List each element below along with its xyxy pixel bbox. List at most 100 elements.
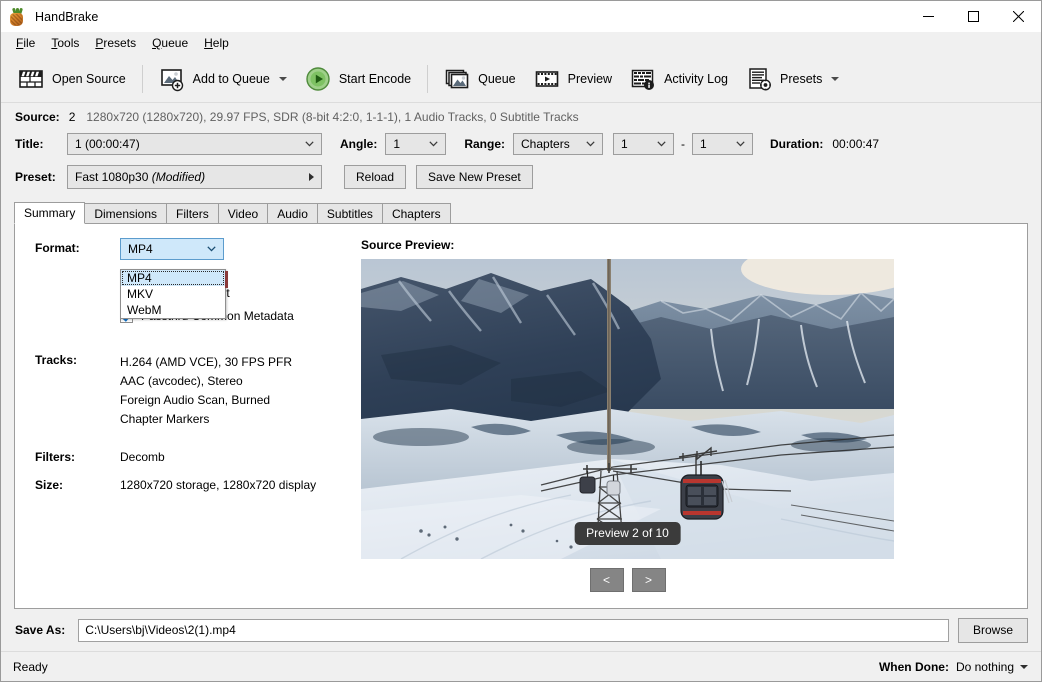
browse-button[interactable]: Browse <box>957 617 1028 643</box>
preview-navigation: < > <box>361 568 894 592</box>
open-source-button[interactable]: Open Source <box>9 60 135 98</box>
track-line: Foreign Audio Scan, Burned <box>120 393 271 407</box>
source-number: 2 <box>68 110 76 124</box>
tracks-values: H.264 (AMD VCE), 30 FPS PFR AAC (avcodec… <box>120 350 292 429</box>
summary-right-column: Source Preview: Preview 2 of 10 < > <box>351 224 1027 608</box>
add-to-queue-icon <box>160 68 183 91</box>
presets-toolbar-label: Presets <box>780 71 823 86</box>
preview-button[interactable]: Preview <box>525 60 621 98</box>
chevron-down-icon <box>301 141 318 147</box>
save-as-label: Save As: <box>15 623 66 637</box>
format-option-mkv[interactable]: MKV <box>121 286 225 302</box>
menu-presets[interactable]: Presets <box>87 33 144 54</box>
save-new-preset-button[interactable]: Save New Preset <box>416 165 533 189</box>
reload-button[interactable]: Reload <box>344 165 407 189</box>
preset-dropdown[interactable]: Fast 1080p30 (Modified) <box>67 165 322 189</box>
filters-label: Filters: <box>35 450 76 464</box>
duration-label: Duration: <box>770 137 824 151</box>
add-to-queue-button[interactable]: Add to Queue <box>150 60 296 98</box>
summary-panel: Format: MP4 Web Optimized iPod 5G Sup <box>14 223 1028 609</box>
save-as-value: C:\Users\bj\Videos\2(1).mp4 <box>85 623 236 637</box>
when-done-label: When Done: <box>878 659 949 674</box>
preview-previous-button[interactable]: < <box>589 568 624 592</box>
angle-select[interactable]: 1 <box>385 133 447 155</box>
menu-file[interactable]: File <box>8 33 43 54</box>
source-line: Source: 2 1280x720 (1280x720), 29.97 FPS… <box>1 103 1041 128</box>
presets-gear-icon <box>749 67 771 90</box>
tab-audio[interactable]: Audio <box>267 203 318 223</box>
menu-presets-rest: resets <box>103 36 137 50</box>
menu-file-rest: ile <box>23 36 36 50</box>
save-as-input[interactable]: C:\Users\bj\Videos\2(1).mp4 <box>78 618 949 642</box>
source-preview-label: Source Preview: <box>361 238 455 252</box>
angle-select-value: 1 <box>393 137 401 151</box>
presets-button[interactable]: Presets <box>737 60 848 98</box>
chevron-down-icon <box>582 141 599 147</box>
chevron-down-icon[interactable] <box>278 76 287 81</box>
title-bar: HandBrake <box>1 1 1041 32</box>
open-source-label: Open Source <box>52 71 126 86</box>
format-option-webm[interactable]: WebM <box>121 302 225 318</box>
close-icon[interactable] <box>996 1 1041 32</box>
chevron-down-icon[interactable] <box>831 76 840 81</box>
chevron-down-icon[interactable] <box>1020 664 1028 669</box>
range-separator: - <box>681 137 686 151</box>
maximize-icon[interactable] <box>951 1 996 32</box>
size-label: Size: <box>35 478 64 492</box>
format-select[interactable]: MP4 <box>120 238 224 260</box>
queue-label: Queue <box>478 71 516 86</box>
tab-chapters[interactable]: Chapters <box>381 203 451 223</box>
filters-value: Decomb <box>120 450 165 464</box>
format-field: Format: MP4 <box>15 238 351 260</box>
tab-video[interactable]: Video <box>217 203 269 223</box>
summary-left-column: Format: MP4 Web Optimized iPod 5G Sup <box>15 224 351 608</box>
size-field: Size: 1280x720 storage, 1280x720 display <box>15 475 351 492</box>
toolbar-separator-2 <box>427 64 429 93</box>
menu-help-rest: elp <box>212 36 229 50</box>
range-end-select[interactable]: 1 <box>692 133 754 155</box>
browse-label: Browse <box>972 623 1013 637</box>
tab-audio-label: Audio <box>277 206 308 221</box>
format-option-mkv-label: MKV <box>127 287 154 301</box>
tab-filters[interactable]: Filters <box>166 203 219 223</box>
range-end-value: 1 <box>700 137 707 151</box>
tabs-area: Summary Dimensions Filters Video Audio S… <box>14 201 1028 609</box>
tab-strip: Summary Dimensions Filters Video Audio S… <box>14 201 1028 224</box>
duration-value: 00:00:47 <box>832 137 880 151</box>
menu-tools[interactable]: Tools <box>43 33 87 54</box>
format-dropdown-list[interactable]: MP4 MKV WebM <box>120 269 228 319</box>
preview-counter-badge: Preview 2 of 10 <box>574 522 681 545</box>
queue-button[interactable]: Queue <box>435 60 525 98</box>
clapperboard-icon <box>19 69 43 88</box>
status-text: Ready <box>13 659 48 674</box>
start-encode-label: Start Encode <box>338 71 412 86</box>
tracks-field: Tracks: H.264 (AMD VCE), 30 FPS PFR AAC … <box>15 350 351 429</box>
when-done-value[interactable]: Do nothing <box>956 660 1014 674</box>
menu-bar: File Tools Presets Queue Help <box>1 32 1041 55</box>
dropdown-scroll-marker <box>225 271 228 288</box>
tab-summary[interactable]: Summary <box>14 202 86 224</box>
format-option-mp4[interactable]: MP4 <box>121 270 228 288</box>
chevron-right-icon <box>309 173 314 181</box>
tab-dimensions[interactable]: Dimensions <box>84 203 168 223</box>
format-option-webm-label: WebM <box>127 303 162 317</box>
tab-subtitles[interactable]: Subtitles <box>316 203 383 223</box>
source-preview-image[interactable]: Preview 2 of 10 <box>361 259 894 559</box>
menu-queue[interactable]: Queue <box>144 33 196 54</box>
window-title: HandBrake <box>35 9 99 24</box>
toolbar-separator-1 <box>141 64 143 93</box>
title-row: Title: 1 (00:00:47) Angle: 1 Range: Chap… <box>1 133 1041 155</box>
start-encode-button[interactable]: Start Encode <box>296 60 420 98</box>
preview-next-button[interactable]: > <box>631 568 666 592</box>
add-to-queue-label: Add to Queue <box>192 71 270 86</box>
range-start-select[interactable]: 1 <box>613 133 675 155</box>
source-label: Source: <box>15 110 60 124</box>
activity-log-button[interactable]: Activity Log <box>621 60 737 98</box>
title-select[interactable]: 1 (00:00:47) <box>67 133 322 155</box>
menu-help[interactable]: Help <box>196 33 237 54</box>
range-type-select[interactable]: Chapters <box>513 133 604 155</box>
track-line: AAC (avcodec), Stereo <box>120 374 243 388</box>
preview-next-label: > <box>644 573 652 587</box>
activity-log-label: Activity Log <box>664 71 729 86</box>
minimize-icon[interactable] <box>906 1 951 32</box>
